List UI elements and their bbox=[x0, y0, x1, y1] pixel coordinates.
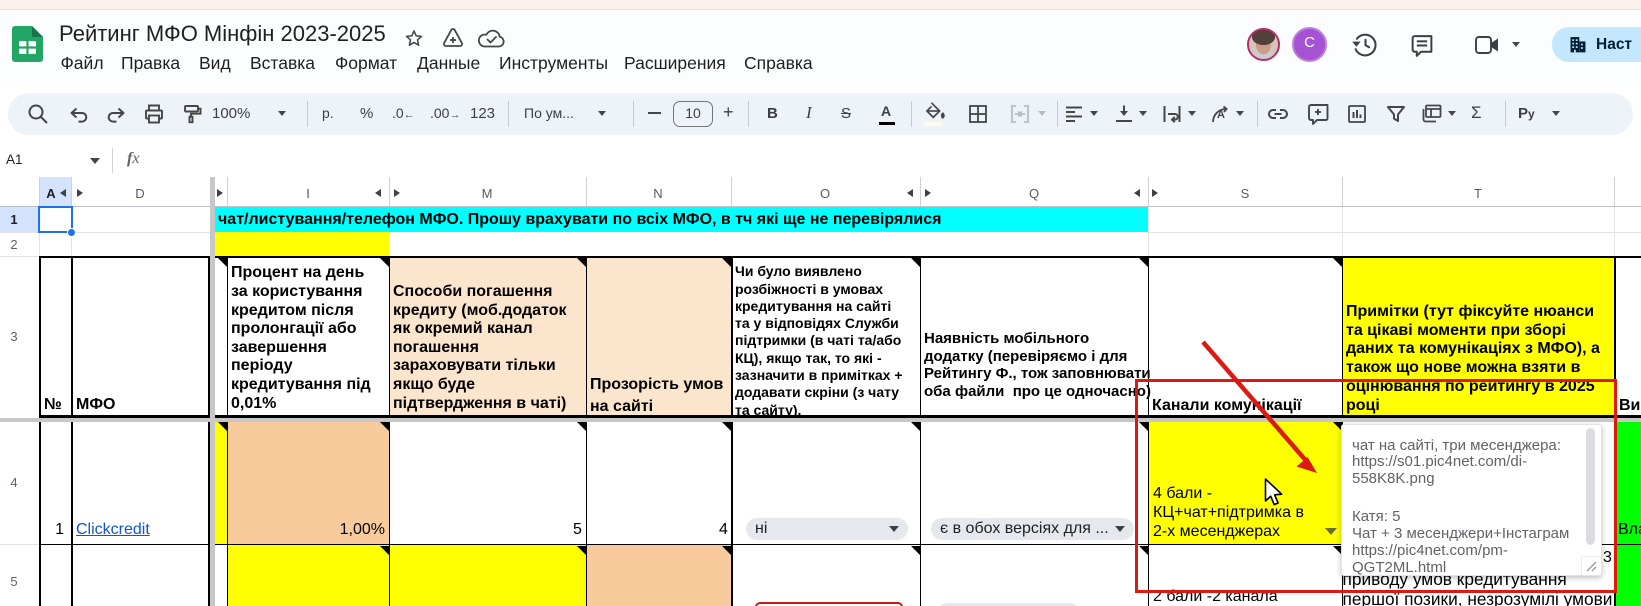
svg-text:A: A bbox=[1217, 109, 1225, 121]
